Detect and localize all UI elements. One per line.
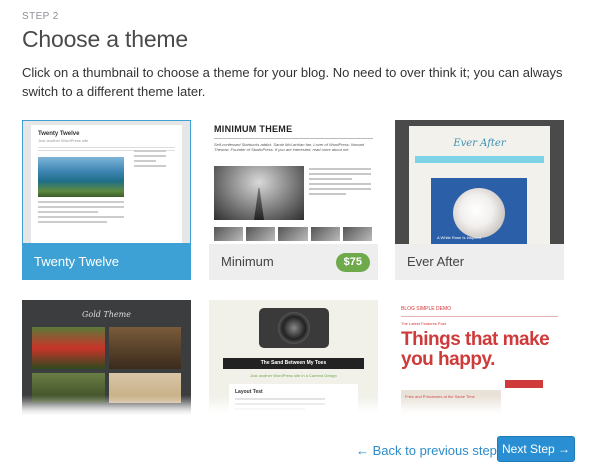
- theme-tile-minimum[interactable]: MINIMUM THEME Self-confessed Starbucks a…: [209, 120, 378, 280]
- preview-title: Gold Theme: [82, 310, 131, 319]
- theme-tile-ever-after[interactable]: Ever After A White Rose Is Inspired Ever…: [395, 120, 564, 280]
- theme-tile-twenty-twelve[interactable]: Twenty Twelve Just another WordPress sit…: [22, 120, 191, 280]
- step-indicator: STEP 2: [22, 11, 59, 22]
- preview-small: The Latest Features Post: [401, 321, 446, 326]
- preview-image: [214, 166, 304, 220]
- theme-name-row: Minimum $75: [209, 244, 378, 280]
- back-link[interactable]: ← Back to previous step: [356, 443, 497, 458]
- preview-image: [38, 157, 124, 197]
- theme-thumbnail[interactable]: Twenty Twelve Just another WordPress sit…: [22, 120, 191, 244]
- preview-caption: A White Rose Is Inspired: [437, 235, 481, 240]
- preview-tagline: Just another WordPress site: [38, 138, 89, 143]
- next-step-button[interactable]: Next Step →: [497, 436, 575, 462]
- preview-title: MINIMUM THEME: [214, 124, 293, 134]
- camera-icon: [258, 308, 329, 348]
- page-title: Choose a theme: [22, 26, 188, 52]
- preview-headline: Things that make you happy.: [401, 329, 550, 370]
- preview-header: BLOG SIMPLE DEMO: [401, 306, 452, 312]
- preview-intro: Self-confessed Starbucks addict. Sarah M…: [214, 142, 364, 152]
- theme-name: Twenty Twelve: [22, 244, 191, 280]
- scroll-fade: [0, 395, 590, 417]
- page-description: Click on a thumbnail to choose a theme f…: [22, 65, 563, 99]
- preview-title: Twenty Twelve: [38, 131, 80, 137]
- theme-name: Minimum: [221, 254, 274, 269]
- theme-thumbnail[interactable]: Ever After A White Rose Is Inspired: [395, 120, 564, 244]
- theme-thumbnail[interactable]: MINIMUM THEME Self-confessed Starbucks a…: [209, 120, 378, 244]
- theme-name: Ever After: [395, 244, 564, 280]
- preview-subtitle: Just another WordPress site in a Camera …: [250, 373, 337, 378]
- preview-title: Ever After: [453, 138, 506, 149]
- preview-title: The Sand Between My Toes: [223, 358, 364, 369]
- price-badge: $75: [335, 253, 370, 272]
